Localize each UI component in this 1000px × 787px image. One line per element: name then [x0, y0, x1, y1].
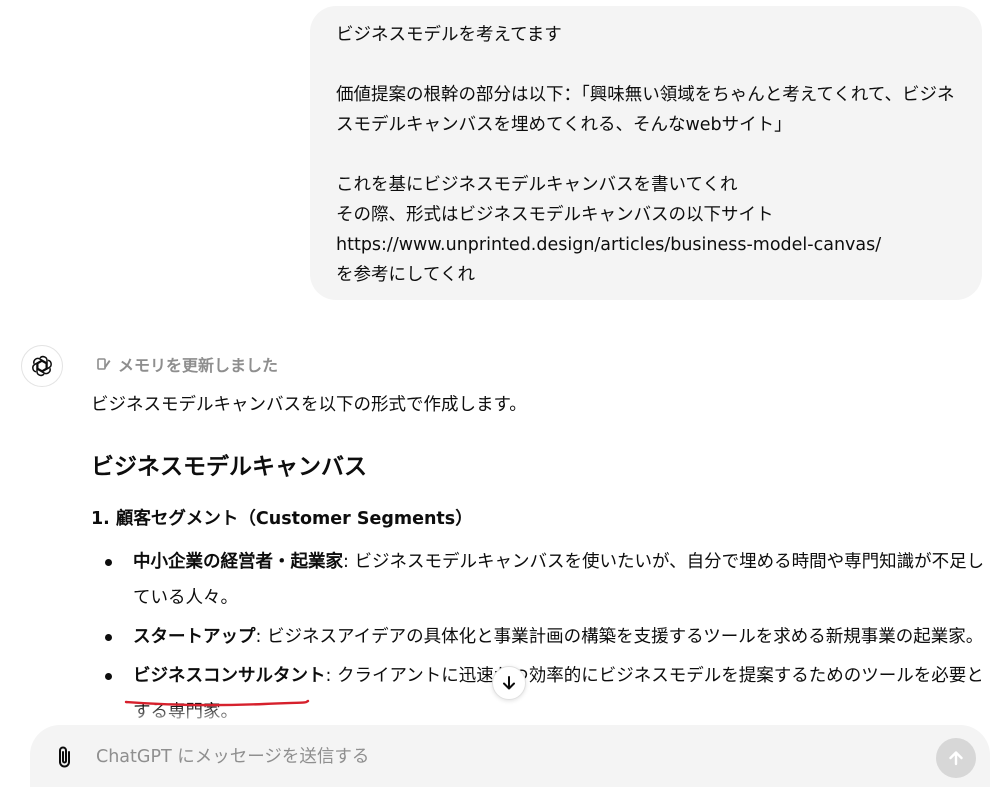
chat-page: ビジネスモデルを考えてます 価値提案の根幹の部分は以下：「興味無い領域をちゃんと… — [0, 0, 1000, 787]
message-input[interactable] — [94, 740, 918, 774]
arrow-down-icon — [503, 676, 515, 690]
user-message-line — [336, 140, 956, 170]
section-title-customer-segments: 1. 顧客セグメント（Customer Segments） — [91, 509, 473, 529]
assistant-message: ビジネスモデルキャンバスを以下の形式で作成します。 ビジネスモデルキャンバス 1… — [91, 390, 986, 733]
list-item: 中小企業の経営者・起業家: ビジネスモデルキャンバスを使いたいが、自分で埋める時… — [91, 544, 986, 616]
user-message-line: その際、形式はビジネスモデルキャンバスの以下サイト — [336, 205, 774, 225]
scroll-to-bottom-button[interactable] — [492, 666, 526, 700]
canvas-heading: ビジネスモデルキャンバス — [91, 454, 367, 480]
arrow-up-icon — [949, 751, 963, 766]
bullet-dot — [105, 673, 112, 680]
user-message-link[interactable]: https://www.unprinted.design/articles/bu… — [336, 230, 956, 260]
bullet-term: ビジネスコンサルタント — [133, 666, 326, 686]
bullet-dot — [105, 559, 112, 566]
memory-pen-icon — [97, 358, 111, 370]
assistant-intro: ビジネスモデルキャンバスを以下の形式で作成します。 — [91, 395, 527, 415]
user-message-line: 価値提案の根幹の部分は以下：「興味無い領域をちゃんと考えてくれて、ビジネスモデル… — [336, 85, 955, 135]
user-message-line — [336, 50, 956, 80]
bullet-text: : ビジネスアイデアの具体化と事業計画の構築を支援するツールを求める新規事業の起… — [255, 627, 984, 647]
memory-updated-label: メモリを更新しました — [118, 356, 279, 375]
attach-button[interactable] — [52, 743, 78, 771]
paperclip-icon — [59, 746, 70, 768]
user-message-bubble: ビジネスモデルを考えてます 価値提案の根幹の部分は以下：「興味無い領域をちゃんと… — [310, 6, 982, 300]
user-message-line: を参考にしてくれ — [336, 265, 475, 285]
message-composer — [30, 725, 990, 787]
memory-updated-note[interactable]: メモリを更新しました — [96, 352, 278, 376]
assistant-avatar — [21, 345, 63, 387]
bullet-term: 中小企業の経営者・起業家 — [133, 552, 343, 572]
customer-segment-list: 中小企業の経営者・起業家: ビジネスモデルキャンバスを使いたいが、自分で埋める時… — [91, 544, 986, 730]
bullet-dot — [105, 634, 112, 641]
openai-logo-icon — [32, 355, 52, 377]
user-message-line: ビジネスモデルを考えてます — [336, 25, 562, 45]
send-button[interactable] — [936, 738, 976, 778]
bullet-term: スタートアップ — [133, 627, 256, 647]
list-item: スタートアップ: ビジネスアイデアの具体化と事業計画の構築を支援するツールを求め… — [91, 619, 986, 655]
user-message-line: これを基にビジネスモデルキャンバスを書いてくれ — [336, 175, 738, 195]
